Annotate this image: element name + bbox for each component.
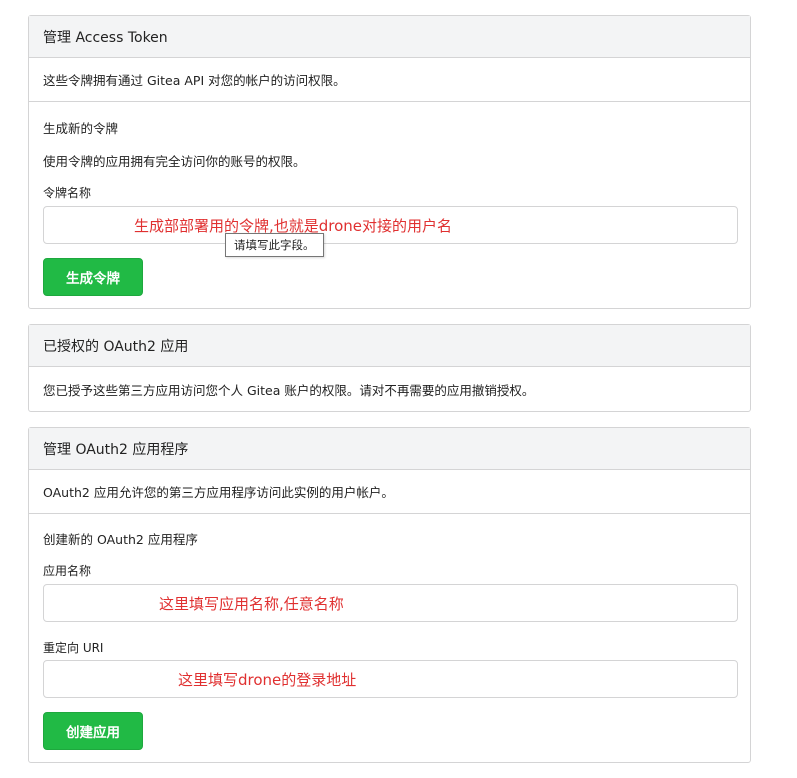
redirect-uri-label: 重定向 URI bbox=[43, 641, 104, 655]
access-token-header: 管理 Access Token bbox=[29, 16, 750, 58]
generate-token-title: 生成新的令牌 bbox=[43, 121, 119, 136]
create-oauth2-title: 创建新的 OAuth2 应用程序 bbox=[43, 532, 198, 547]
authorized-oauth2-panel: 已授权的 OAuth2 应用 您已授予这些第三方应用访问您个人 Gitea 账户… bbox=[28, 324, 751, 412]
validation-tooltip: 请填写此字段。 bbox=[225, 233, 324, 257]
generate-token-description: 使用令牌的应用拥有完全访问你的账号的权限。 bbox=[43, 154, 306, 169]
authorized-oauth2-header: 已授权的 OAuth2 应用 bbox=[29, 325, 750, 367]
authorized-oauth2-description: 您已授予这些第三方应用访问您个人 Gitea 账户的权限。请对不再需要的应用撤销… bbox=[43, 382, 535, 398]
manage-oauth2-header: 管理 OAuth2 应用程序 bbox=[29, 428, 750, 470]
create-app-button[interactable]: 创建应用 bbox=[43, 712, 143, 750]
app-name-label: 应用名称 bbox=[43, 564, 92, 578]
generate-token-button[interactable]: 生成令牌 bbox=[43, 258, 143, 296]
redirect-uri-input[interactable]: 这里填写drone的登录地址 bbox=[43, 660, 738, 698]
access-token-description: 这些令牌拥有通过 Gitea API 对您的帐户的访问权限。 bbox=[29, 58, 750, 102]
app-name-annotation: 这里填写应用名称,任意名称 bbox=[159, 595, 344, 613]
access-token-panel: 管理 Access Token 这些令牌拥有通过 Gitea API 对您的帐户… bbox=[28, 15, 751, 309]
settings-applications-page: 管理 Access Token 这些令牌拥有通过 Gitea API 对您的帐户… bbox=[0, 0, 797, 778]
manage-oauth2-panel: 管理 OAuth2 应用程序 OAuth2 应用允许您的第三方应用程序访问此实例… bbox=[28, 427, 751, 763]
token-name-input[interactable]: 生成部部署用的令牌,也就是drone对接的用户名 bbox=[43, 206, 738, 244]
token-name-label: 令牌名称 bbox=[43, 186, 92, 200]
app-name-input[interactable]: 这里填写应用名称,任意名称 bbox=[43, 584, 738, 622]
manage-oauth2-description: OAuth2 应用允许您的第三方应用程序访问此实例的用户帐户。 bbox=[29, 470, 750, 514]
redirect-uri-annotation: 这里填写drone的登录地址 bbox=[178, 671, 357, 689]
